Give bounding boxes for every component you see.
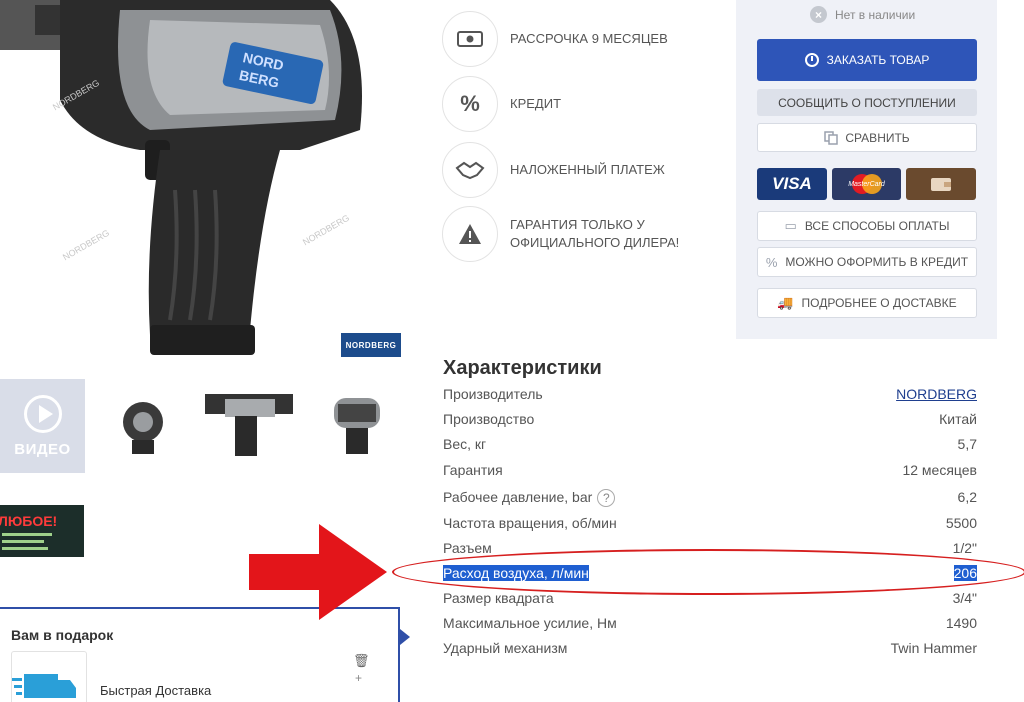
spec-row: Рабочее давление, bar? 6,2 xyxy=(443,489,977,511)
all-payment-methods-button[interactable]: ▭ ВСЕ СПОСОБЫ ОПЛАТЫ xyxy=(757,211,977,241)
spec-name: Производитель xyxy=(443,386,543,402)
annotation-arrow-icon xyxy=(249,524,387,620)
impact-wrench-image: NORD BERG xyxy=(0,0,362,355)
spec-name: Разъем xyxy=(443,540,492,556)
compare-icon xyxy=(824,130,839,145)
handshake-icon xyxy=(442,142,498,198)
feature-warranty: ГАРАНТИЯ ТОЛЬКО У ОФИЦИАЛЬНОГО ДИЛЕРА! xyxy=(442,206,679,262)
feature-installment: РАССРОЧКА 9 МЕСЯЦЕВ xyxy=(442,11,668,67)
spec-row: Частота вращения, об/мин 5500 xyxy=(443,515,977,537)
order-button[interactable]: ЗАКАЗАТЬ ТОВАР xyxy=(757,39,977,81)
feature-credit: % КРЕДИТ xyxy=(442,76,561,132)
spec-name: Гарантия xyxy=(443,462,503,478)
stock-status: × Нет в наличии xyxy=(810,6,915,23)
mastercard-payment-icon[interactable]: MasterCard xyxy=(832,168,901,200)
spec-value: 12 месяцев xyxy=(902,462,977,478)
clock-icon xyxy=(804,53,819,67)
help-icon[interactable]: ? xyxy=(597,489,616,508)
thumbnail-2[interactable] xyxy=(205,394,293,460)
video-thumbnail[interactable]: ВИДЕО xyxy=(0,379,85,473)
visa-payment-icon[interactable]: VISA xyxy=(757,168,827,200)
notify-button[interactable]: СООБЩИТЬ О ПОСТУПЛЕНИИ xyxy=(757,89,977,116)
spec-row: Максимальное усилие, Нм 1490 xyxy=(443,615,977,637)
product-image[interactable]: NORD BERG NORDBERG NORDBERG NORDBERG NOR… xyxy=(0,0,410,365)
play-icon xyxy=(23,394,62,433)
compare-button-label: СРАВНИТЬ xyxy=(845,130,910,145)
mastercard-label: MasterCard xyxy=(848,180,885,188)
warning-icon xyxy=(442,206,498,262)
spec-name: Размер квадрата xyxy=(443,590,554,606)
spec-value: Китай xyxy=(939,411,977,427)
spec-row: Производитель NORDBERG xyxy=(443,386,977,408)
thumbnail-3[interactable] xyxy=(326,392,388,458)
feature-text: КРЕДИТ xyxy=(510,96,562,111)
delivery-truck-icon xyxy=(11,651,87,702)
spec-name: Частота вращения, об/мин xyxy=(443,515,617,531)
compare-button[interactable]: СРАВНИТЬ xyxy=(757,123,977,152)
wallet-icon[interactable] xyxy=(906,168,976,200)
gift-item-name: Быстрая Доставка xyxy=(100,683,212,698)
feature-cod: НАЛОЖЕННЫЙ ПЛАТЕЖ xyxy=(442,142,665,198)
plus-icon[interactable]: + xyxy=(355,671,362,685)
spec-name: Максимальное усилие, Нм xyxy=(443,615,617,631)
specs-title: Характеристики xyxy=(443,357,602,379)
feature-text: НАЛОЖЕННЫЙ ПЛАТЕЖ xyxy=(510,162,665,177)
feature-text: ОФИЦИАЛЬНОГО ДИЛЕРА! xyxy=(510,235,680,250)
feature-text: РАССРОЧКА 9 МЕСЯЦЕВ xyxy=(510,31,668,46)
promo-title: ЛЮБОЕ! xyxy=(0,513,58,529)
spec-row: Производство Китай xyxy=(443,411,977,433)
spec-value: 1/2" xyxy=(952,540,977,556)
spec-value: 5,7 xyxy=(957,436,977,452)
spec-row: Вес, кг 5,7 xyxy=(443,436,977,458)
credit-button[interactable]: % МОЖНО ОФОРМИТЬ В КРЕДИТ xyxy=(757,247,977,277)
spec-value: 6,2 xyxy=(957,489,977,505)
pointer-icon xyxy=(400,629,410,645)
spec-row: Ударный механизм Twin Hammer xyxy=(443,640,977,662)
spec-value: 3/4" xyxy=(952,590,977,606)
close-icon: × xyxy=(810,6,827,23)
annotation-ellipse xyxy=(392,549,1024,595)
percent-icon: % xyxy=(765,254,778,270)
gift-title: Вам в подарок xyxy=(11,627,114,643)
delivery-info-label: ПОДРОБНЕЕ О ДОСТАВКЕ xyxy=(801,296,957,310)
spec-row: Гарантия 12 месяцев xyxy=(443,462,977,484)
manufacturer-link[interactable]: NORDBERG xyxy=(896,386,977,402)
video-label: ВИДЕО xyxy=(14,440,71,458)
card-icon: ▭ xyxy=(784,218,797,233)
delivery-info-button[interactable]: 🚚 ПОДРОБНЕЕ О ДОСТАВКЕ xyxy=(757,288,977,318)
gift-section: Вам в подарок Быстрая Доставка 🗑 + xyxy=(0,607,410,702)
thumbnail-1[interactable] xyxy=(112,392,174,458)
spec-value: Twin Hammer xyxy=(890,640,977,656)
stock-status-text: Нет в наличии xyxy=(835,7,916,22)
money-icon xyxy=(442,11,498,67)
spec-name: Ударный механизм xyxy=(443,640,568,656)
spec-value: 1490 xyxy=(945,615,977,631)
trash-icon[interactable]: 🗑 xyxy=(353,653,370,669)
truck-icon: 🚚 xyxy=(777,295,794,310)
brand-logo-badge: NORDBERG xyxy=(341,333,401,357)
spec-name: Рабочее давление, bar xyxy=(443,489,593,505)
percent-icon: % xyxy=(442,76,498,132)
all-payment-methods-label: ВСЕ СПОСОБЫ ОПЛАТЫ xyxy=(804,219,950,233)
spec-name: Производство xyxy=(443,411,535,427)
spec-value: 5500 xyxy=(945,515,977,531)
notify-button-label: СООБЩИТЬ О ПОСТУПЛЕНИИ xyxy=(778,95,956,110)
promo-banner[interactable]: ЛЮБОЕ! xyxy=(0,505,84,557)
order-button-label: ЗАКАЗАТЬ ТОВАР xyxy=(826,53,930,67)
feature-text: ГАРАНТИЯ ТОЛЬКО У xyxy=(510,217,645,232)
spec-name: Вес, кг xyxy=(443,436,487,452)
credit-button-label: МОЖНО ОФОРМИТЬ В КРЕДИТ xyxy=(785,255,969,269)
